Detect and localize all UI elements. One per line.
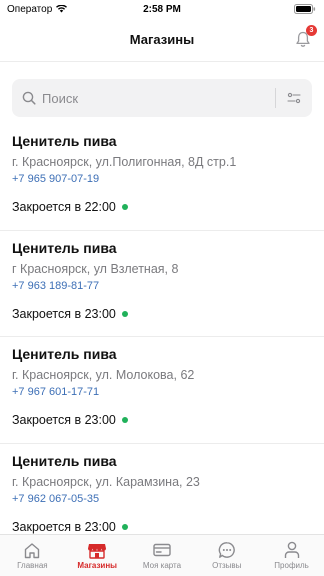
open-status-dot: [121, 310, 128, 317]
store-hours-text: Закроется в 23:00: [12, 413, 116, 427]
store-name: Ценитель пива: [12, 133, 117, 149]
tab-bar: Главная Магазины Моя карта Отзывы Профил…: [0, 534, 324, 576]
tab-label: Отзывы: [212, 561, 242, 570]
page-title: Магазины: [129, 32, 195, 47]
store-item[interactable]: Ценитель пива г. Красноярск, ул. Молоков…: [0, 337, 324, 444]
open-status-dot: [121, 417, 128, 423]
filter-button[interactable]: [286, 90, 302, 106]
status-left: Оператор: [7, 3, 68, 15]
carrier-label: Оператор: [7, 3, 53, 15]
store-address: г Красноярск, ул Взлетная, 8: [12, 261, 179, 276]
notifications-button[interactable]: 3: [292, 25, 317, 50]
status-right: [294, 4, 316, 14]
notification-badge: 3: [306, 25, 317, 36]
store-phone-link[interactable]: +7 963 189-81-77: [12, 279, 312, 294]
store-hours: Закроется в 23:00: [12, 306, 312, 322]
open-status-dot: [121, 523, 128, 530]
screen: Оператор 2:58 PM Магазины 3 Поиск Цените…: [0, 0, 324, 576]
tab-profile[interactable]: Профиль: [260, 541, 324, 571]
store-name: Ценитель пива: [12, 346, 117, 362]
store-item[interactable]: Ценитель пива г Красноярск, ул Взлетная,…: [0, 231, 324, 337]
tab-label: Магазины: [77, 561, 118, 570]
open-status-dot: [121, 204, 128, 210]
tab-label: Моя карта: [142, 561, 182, 570]
tab-shops[interactable]: Магазины: [65, 541, 129, 571]
status-bar: Оператор 2:58 PM: [0, 0, 324, 18]
store-phone-link[interactable]: +7 967 601-17-71: [12, 385, 312, 400]
store-phone-link[interactable]: +7 965 907-07-19: [12, 172, 312, 187]
store-address: г. Красноярск, ул.Полигонная, 8Д стр.1: [12, 155, 237, 169]
store-hours-text: Закроется в 22:00: [12, 200, 116, 214]
search-icon: [22, 91, 36, 105]
store-hours: Закроется в 23:00: [12, 519, 312, 535]
store-name: Ценитель пива: [12, 452, 117, 469]
search-divider: [275, 88, 276, 108]
store-address: г. Красноярск, ул. Карамзина, 23: [12, 474, 200, 489]
battery-icon: [294, 4, 316, 14]
tab-home[interactable]: Главная: [0, 541, 64, 571]
store-hours: Закроется в 23:00: [12, 412, 312, 428]
search-input[interactable]: [42, 90, 269, 106]
shop-icon: [87, 541, 107, 559]
tab-reviews[interactable]: Отзывы: [195, 541, 259, 571]
card-icon: [152, 541, 172, 559]
tab-my-card[interactable]: Моя карта: [130, 541, 194, 571]
home-icon: [22, 541, 42, 559]
store-phone-link[interactable]: +7 962 067-05-35: [12, 492, 312, 507]
header: Магазины 3: [0, 18, 324, 62]
profile-icon: [282, 541, 302, 559]
store-list: Ценитель пива г. Красноярск, ул.Полигонн…: [0, 124, 324, 550]
search-bar: [12, 79, 312, 117]
store-name: Ценитель пива: [12, 239, 117, 256]
store-hours-text: Закроется в 23:00: [12, 306, 116, 321]
tab-label: Профиль: [274, 561, 309, 570]
wifi-icon: [56, 5, 68, 13]
store-item[interactable]: Ценитель пива г. Красноярск, ул.Полигонн…: [0, 124, 324, 231]
tab-label: Главная: [17, 561, 48, 570]
store-hours: Закроется в 22:00: [12, 199, 312, 215]
chat-icon: [217, 541, 237, 559]
store-hours-text: Закроется в 23:00: [12, 519, 116, 534]
filter-icon: [287, 92, 301, 104]
store-address: г. Красноярск, ул. Молокова, 62: [12, 368, 195, 382]
